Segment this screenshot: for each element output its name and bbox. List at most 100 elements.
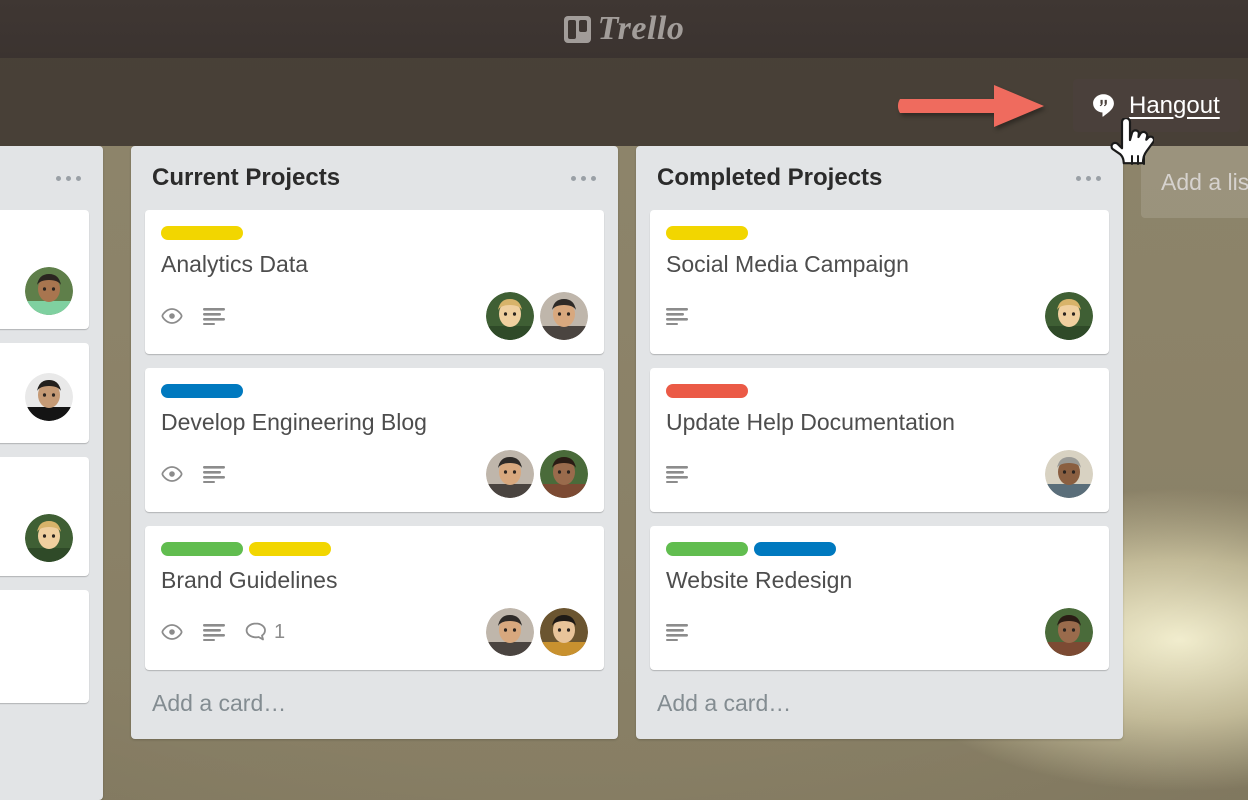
eye-watching-icon [161,624,183,641]
card-footer [0,267,73,316]
list-title[interactable]: Completed Projects [657,164,882,192]
avatar-man-glasses-black[interactable] [25,373,73,422]
card-title: Update Help Documentation [666,409,955,436]
card-badges [161,465,225,483]
card[interactable]: Website Redesign [650,526,1109,671]
add-card-button[interactable]: Add a card… [636,670,1123,739]
card-members [25,267,73,316]
list-menu-dots-icon[interactable] [1076,175,1101,181]
card-footer [0,514,73,563]
card-footer: 1 [161,608,588,657]
card-members [1045,450,1093,499]
pointing-hand-cursor [1110,118,1154,165]
card-members [486,608,588,657]
avatar-man-hat[interactable] [1045,450,1093,499]
card-footer [161,292,588,341]
card-title: % in Q3 [0,226,73,253]
card-footer [666,450,1093,499]
avatar-man-beard-glasses[interactable] [486,450,534,499]
card-list: % in Q3 % by nsion [0,210,103,704]
card-footer [0,373,73,422]
board-header-bar [0,58,1248,146]
list-menu-dots-icon[interactable] [571,175,596,181]
label-green[interactable] [161,542,243,557]
list-current-projects: Current Projects Analytics Data Develop En… [131,146,618,740]
card-badges [666,623,688,641]
card-labels [161,384,588,399]
list-title[interactable]: Current Projects [152,164,340,192]
hangout-label: Hangout [1129,91,1220,119]
card[interactable]: Develop Engineering Blog [145,368,604,513]
card-labels [666,384,1093,399]
card-badges [161,307,225,325]
card-badges: 1 [161,621,285,644]
avatar-woman-dark-hair[interactable] [1045,608,1093,657]
list-completed-projects: Completed Projects Social Media Campaign U… [636,146,1123,740]
label-yellow[interactable] [161,226,243,240]
card-title: nsion [0,606,73,633]
card[interactable]: Analytics Data [145,210,604,355]
description-lines-icon [666,307,688,325]
card-title: % by [0,473,73,500]
board-lists-container: % in Q3 % by nsion Current Projects Analytic… [0,146,1248,800]
card-title: Social Media Campaign [666,251,909,277]
eye-watching-icon [161,466,183,483]
list-header: Completed Projects [636,146,1123,210]
trello-logo[interactable]: Trello [563,10,685,48]
list-cut-left: % in Q3 % by nsion [0,146,103,800]
card-members [1045,608,1093,657]
label-green[interactable] [666,542,748,557]
hangout-button[interactable]: Hangout [1073,79,1240,132]
add-card-button[interactable]: Add a card… [131,670,618,739]
top-header-bar: Trello [0,0,1248,58]
avatar-man-green-shirt[interactable] [25,267,73,316]
description-lines-icon [203,623,225,641]
card[interactable]: nsion [0,590,89,704]
card-list: Social Media Campaign Update Help Documen… [636,210,1123,671]
badge-count: 1 [274,620,286,643]
label-yellow[interactable] [249,542,331,557]
hangouts-speech-bubble-icon [1093,94,1114,117]
avatar-woman-glasses-blonde[interactable] [25,514,73,563]
description-lines-icon [203,307,225,325]
card-members [486,450,588,499]
card-labels [161,226,588,240]
right-arrow-annotation [897,85,1044,127]
label-blue[interactable] [161,384,243,399]
avatar-woman-glasses-blonde[interactable] [1045,292,1093,341]
description-lines-icon [666,465,688,483]
list-header: Current Projects [131,146,618,210]
avatar-man-beard-glasses[interactable] [486,608,534,657]
card-footer [666,292,1093,341]
avatar-man-beard-glasses[interactable] [540,292,588,341]
avatar-woman-asian[interactable] [540,608,588,657]
card[interactable] [0,343,89,444]
card[interactable]: Update Help Documentation [650,368,1109,513]
description-lines-icon [666,623,688,641]
card-title: Brand Guidelines [161,567,338,594]
trello-wordmark: Trello [597,10,685,47]
eye-watching-icon [161,308,183,325]
card-footer [666,608,1093,657]
card[interactable]: Social Media Campaign [650,210,1109,355]
card-title: Analytics Data [161,251,309,277]
label-yellow[interactable] [666,226,748,240]
card-members [1045,292,1093,341]
card-members [25,373,73,422]
card[interactable]: Brand Guidelines 1 [145,526,604,671]
card-members [486,292,588,341]
list-header [0,146,103,210]
list-menu-dots-icon[interactable] [56,175,81,181]
label-blue[interactable] [754,542,836,557]
card-labels [666,542,1093,557]
card-title: Website Redesign [666,567,853,594]
card[interactable]: % by [0,457,89,577]
comment-bubble-icon: 1 [245,621,285,644]
card-badges [666,465,688,483]
label-red[interactable] [666,384,748,399]
card-labels [666,226,1093,240]
trello-board-icon [563,15,591,43]
avatar-woman-glasses-blonde[interactable] [486,292,534,341]
card[interactable]: % in Q3 [0,210,89,330]
avatar-woman-dark-hair[interactable] [540,450,588,499]
